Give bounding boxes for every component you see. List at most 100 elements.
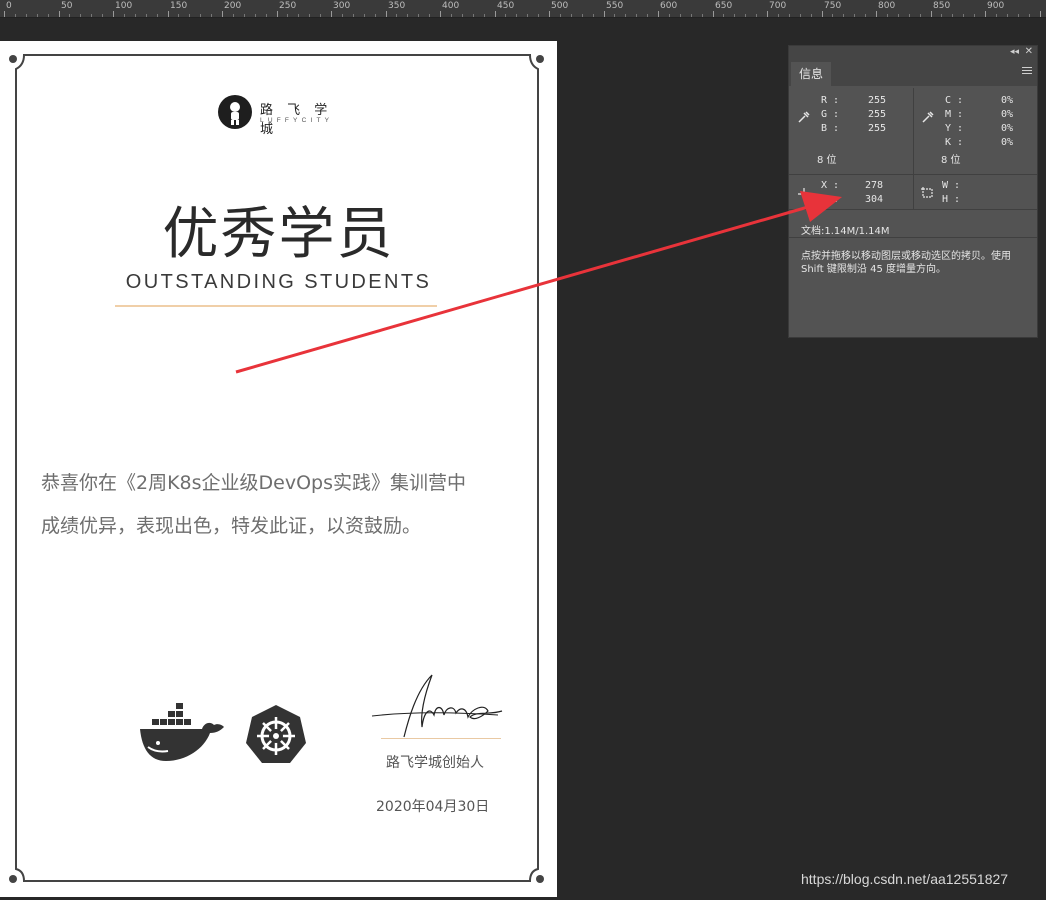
ruler-tick [538,14,539,17]
label-w: W : [942,180,961,191]
value-y: 0% [1000,123,1013,134]
ruler-tick [386,11,387,17]
ruler-tick [920,14,921,17]
ruler-tick [745,14,746,17]
ruler-tick [800,14,801,17]
value-x: 278 [864,180,883,191]
ruler-tick [560,14,561,17]
ruler-tick [756,14,757,17]
ruler-tick [549,11,550,17]
horizontal-ruler[interactable]: 0 50 100 150 200 250 300 350 400 450 500 550 600 650 7… [0,0,1046,18]
ruler-tick [941,14,942,17]
divider [913,175,914,209]
value-g: 255 [867,109,886,120]
ruler-label: 750 [824,1,842,11]
ruler-tick [309,14,310,17]
ruler-tick [124,14,125,17]
bit-depth-right: 8 位 [941,155,961,166]
ruler-tick [658,11,659,17]
ruler-tick [26,14,27,17]
ruler-label: 50 [61,1,73,11]
ruler-tick [473,14,474,17]
ruler-tick [723,14,724,17]
label-y: Y : [945,123,964,134]
panel-menu-icon[interactable] [1022,67,1032,76]
ruler-tick [4,11,5,17]
ruler-tick [15,14,16,17]
ruler-tick [91,14,92,17]
value-c: 0% [1000,95,1013,106]
ruler-tick [625,14,626,17]
divider [913,88,914,174]
ruler-tick [571,14,572,17]
selection-size-icon [921,187,933,198]
certificate-title: 优秀学员 [162,202,395,267]
ruler-label: 650 [715,1,733,11]
ruler-tick [516,14,517,17]
ruler-tick [604,11,605,17]
ruler-tick [854,14,855,17]
ruler-label: 100 [115,1,133,11]
ruler-tick [353,14,354,17]
value-r: 255 [867,95,886,106]
ruler-tick [843,14,844,17]
certificate-body-line-2: 成绩优异，表现出色，特发此证，以资鼓励。 [41,515,422,537]
ruler-tick [1040,11,1041,17]
ruler-tick [189,14,190,17]
ruler-label: 300 [333,1,351,11]
ruler-tick [647,14,648,17]
signature-underline [381,738,501,739]
ruler-label: 850 [933,1,951,11]
ruler-tick [996,14,997,17]
close-icon[interactable]: ✕ [1025,46,1033,57]
ruler-tick [135,14,136,17]
ruler-tick [767,11,768,17]
csdn-watermark: https://blog.csdn.net/aa12551827 [801,871,1009,887]
ruler-tick [266,14,267,17]
ruler-tick [614,14,615,17]
ruler-label: 600 [660,1,678,11]
info-panel[interactable]: ◂◂ ✕ 信息 R : G : B : 255 255 255 8 位 C : … [788,45,1038,338]
ruler-tick [898,14,899,17]
collapse-panel-icon[interactable]: ◂◂ [1010,47,1019,57]
label-r: R : [821,95,840,106]
kubernetes-icon [246,705,306,763]
label-x: X : [821,180,840,191]
ruler-tick [931,11,932,17]
ruler-tick [887,14,888,17]
ruler-tick [102,14,103,17]
ruler-tick [527,14,528,17]
ruler-tick [582,14,583,17]
certificate-subtitle: OUTSTANDING STUDENTS [125,271,432,293]
ruler-tick [331,11,332,17]
ruler-tick [505,14,506,17]
document-size: 文档:1.14M/1.14M [801,226,890,237]
ruler-tick [211,14,212,17]
ruler-label: 500 [551,1,569,11]
ruler-tick [113,11,114,17]
label-y-coord: Y : [821,194,840,205]
crosshair-icon [798,188,810,200]
ruler-tick [146,14,147,17]
ruler-tick [593,14,594,17]
ruler-tick [909,14,910,17]
ruler-tick [277,11,278,17]
ruler-label: 450 [497,1,515,11]
ruler-tick [244,14,245,17]
panel-title-bar[interactable]: ◂◂ ✕ [789,46,1037,60]
ruler-tick [974,14,975,17]
label-g: G : [821,109,840,120]
ruler-tick [320,14,321,17]
ruler-label: 700 [769,1,787,11]
document-canvas[interactable]: 路 飞 学 城 LUFFYCITY 优秀学员 OUTSTANDING STUDE… [0,41,557,897]
tab-info[interactable]: 信息 [791,62,831,86]
ruler-label: 350 [388,1,406,11]
panel-tab-strip: 信息 [789,60,1037,86]
eyedropper-icon [922,111,934,123]
ruler-tick [865,14,866,17]
tool-hint-text: 点按并拖移以移动图层或移动选区的拷贝。使用 Shift 键限制沿 45 度增量方… [801,251,1011,275]
ruler-tick [495,11,496,17]
label-b: B : [821,123,840,134]
certificate-body-line-1: 恭喜你在《2周K8s企业级DevOps实践》集训营中 [41,472,467,494]
ruler-tick [429,14,430,17]
